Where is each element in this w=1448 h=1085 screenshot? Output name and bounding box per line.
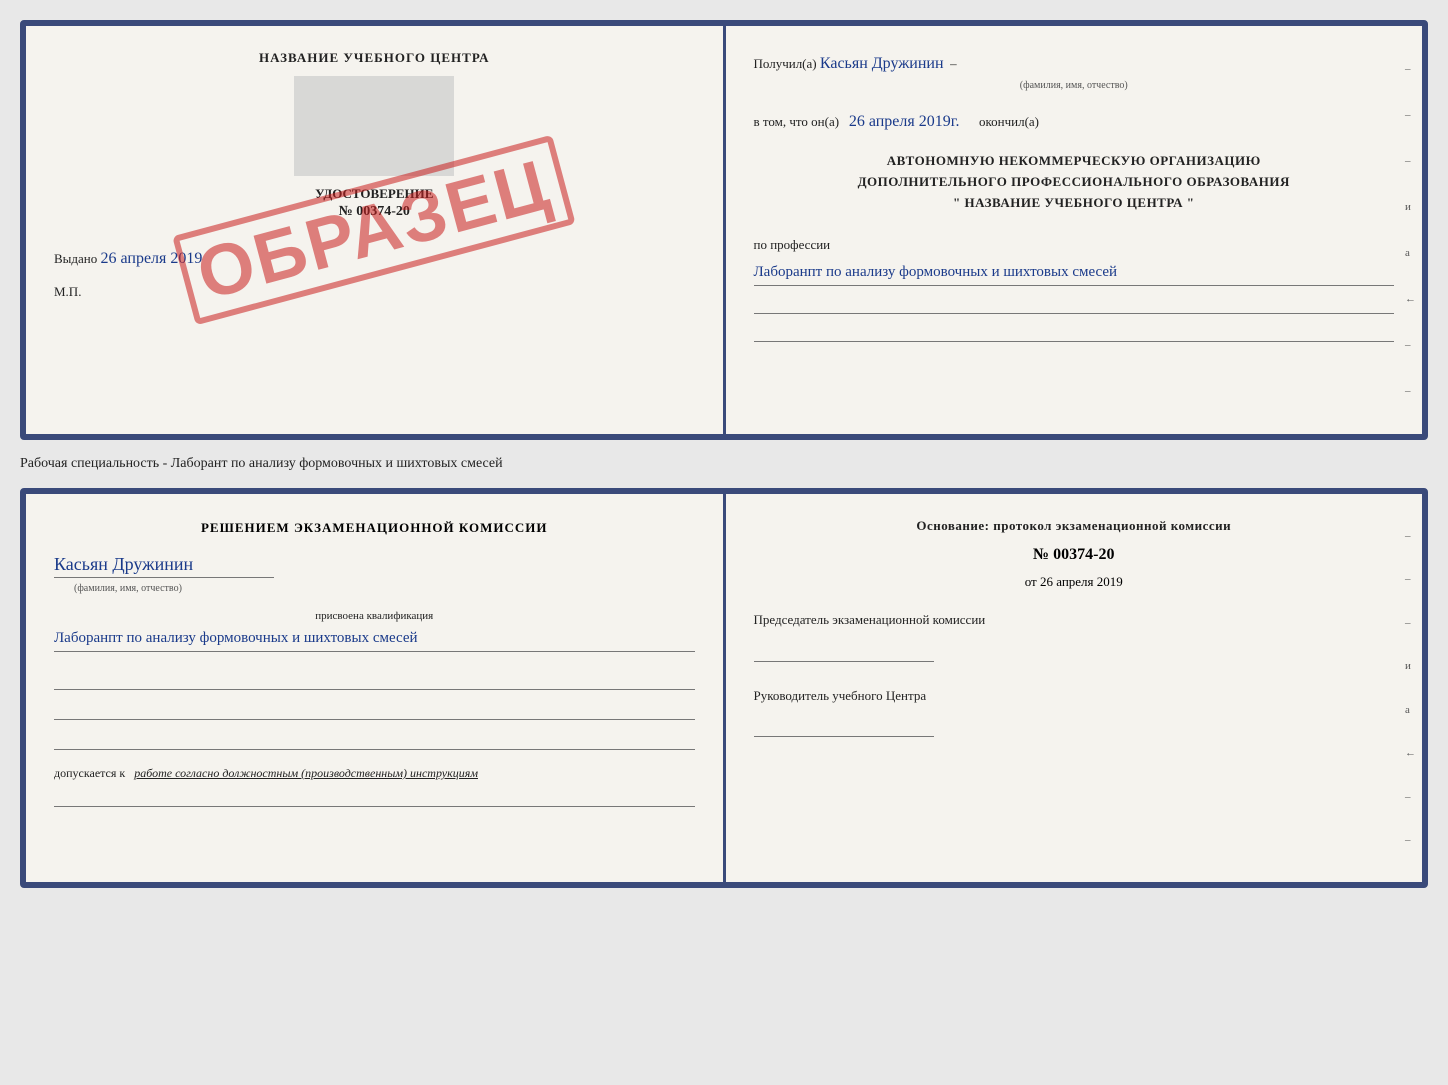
- bottom-right-side-marks: – – – и а ← – –: [1403, 494, 1418, 882]
- received-label: Получил(а): [754, 56, 817, 71]
- issued-line: Выдано 26 апреля 2019: [54, 250, 695, 268]
- qualification-prefix: присвоена квалификация: [54, 610, 695, 622]
- commission-title: Решением экзаменационной комиссии: [54, 518, 695, 538]
- bottom-fio-hint: (фамилия, имя, отчество): [74, 583, 182, 594]
- top-doc-right: Получил(а) Касьян Дружинин – (фамилия, и…: [726, 26, 1423, 434]
- extra-line-1: [754, 296, 1395, 314]
- head-block: Руководитель учебного Центра: [754, 686, 1395, 738]
- cert-photo-placeholder: [294, 76, 454, 176]
- line-2: [54, 702, 695, 720]
- extra-line-2: [754, 324, 1395, 342]
- profession-value: Лаборанпт по анализу формовочных и шихто…: [754, 260, 1395, 287]
- chairman-sig-line: [754, 638, 934, 662]
- specialty-label: Рабочая специальность - Лаборант по анал…: [20, 452, 1428, 476]
- chairman-block: Председатель экзаменационной комиссии: [754, 610, 1395, 662]
- profession-block: по профессии Лаборанпт по анализу формов…: [754, 234, 1395, 287]
- issued-prefix: Выдано: [54, 251, 97, 266]
- bottom-doc-left: Решением экзаменационной комиссии Касьян…: [26, 494, 723, 882]
- top-doc-left: НАЗВАНИЕ УЧЕБНОГО ЦЕНТРА УДОСТОВЕРЕНИЕ №…: [26, 26, 723, 434]
- fio-hint: (фамилия, имя, отчество): [754, 77, 1395, 94]
- head-sig-line: [754, 713, 934, 737]
- top-right-content: Получил(а) Касьян Дружинин – (фамилия, и…: [754, 50, 1395, 342]
- issued-date: 26 апреля 2019: [101, 250, 203, 267]
- допускается-block: допускается к работе согласно должностны…: [54, 766, 695, 781]
- date-row: в том, что он(а) 26 апреля 2019г. окончи…: [754, 108, 1395, 135]
- qualification-value: Лаборанпт по анализу формовочных и шихто…: [54, 626, 695, 653]
- finished-label: окончил(а): [979, 114, 1039, 129]
- chairman-label: Председатель экзаменационной комиссии: [754, 610, 1395, 630]
- page-wrapper: НАЗВАНИЕ УЧЕБНОГО ЦЕНТРА УДОСТОВЕРЕНИЕ №…: [20, 20, 1428, 888]
- bottom-document: Решением экзаменационной комиссии Касьян…: [20, 488, 1428, 888]
- date-value: 26 апреля 2019: [1040, 574, 1123, 589]
- date-value: 26 апреля 2019г.: [849, 113, 960, 130]
- date-prefix: в том, что он(а): [754, 114, 840, 129]
- cert-number: № 00374-20: [54, 204, 695, 220]
- top-left-title: НАЗВАНИЕ УЧЕБНОГО ЦЕНТРА: [54, 50, 695, 66]
- bottom-sig-line: [54, 789, 695, 807]
- cert-label: УДОСТОВЕРЕНИЕ: [54, 186, 695, 202]
- line-1: [54, 672, 695, 690]
- line-3: [54, 732, 695, 750]
- head-label: Руководитель учебного Центра: [754, 686, 1395, 706]
- received-row: Получил(а) Касьян Дружинин – (фамилия, и…: [754, 50, 1395, 94]
- top-right-side-marks: – – – и а ← – –: [1405, 26, 1416, 434]
- bottom-name-row: Касьян Дружинин (фамилия, имя, отчество): [54, 554, 695, 596]
- org-line1: АВТОНОМНУЮ НЕКОММЕРЧЕСКУЮ ОРГАНИЗАЦИЮ: [754, 151, 1395, 172]
- top-document: НАЗВАНИЕ УЧЕБНОГО ЦЕНТРА УДОСТОВЕРЕНИЕ №…: [20, 20, 1428, 440]
- mp-line: М.П.: [54, 284, 695, 300]
- received-name: Касьян Дружинин: [820, 55, 944, 72]
- profession-prefix: по профессии: [754, 237, 831, 252]
- protocol-number: № 00374-20: [754, 546, 1395, 564]
- date-prefix: от: [1025, 574, 1037, 589]
- org-block: АВТОНОМНУЮ НЕКОММЕРЧЕСКУЮ ОРГАНИЗАЦИЮ ДО…: [754, 151, 1395, 213]
- допускается-value: работе согласно должностным (производств…: [134, 766, 478, 780]
- bottom-lines: [54, 672, 695, 750]
- допускается-prefix: допускается к: [54, 766, 125, 780]
- osnование-block: Основание: протокол экзаменационной коми…: [754, 518, 1395, 534]
- protocol-date: от 26 апреля 2019: [754, 574, 1395, 590]
- bottom-doc-right: Основание: протокол экзаменационной коми…: [726, 494, 1423, 882]
- bottom-name: Касьян Дружинин: [54, 554, 274, 578]
- org-line3: " НАЗВАНИЕ УЧЕБНОГО ЦЕНТРА ": [754, 193, 1395, 214]
- org-line2: ДОПОЛНИТЕЛЬНОГО ПРОФЕССИОНАЛЬНОГО ОБРАЗО…: [754, 172, 1395, 193]
